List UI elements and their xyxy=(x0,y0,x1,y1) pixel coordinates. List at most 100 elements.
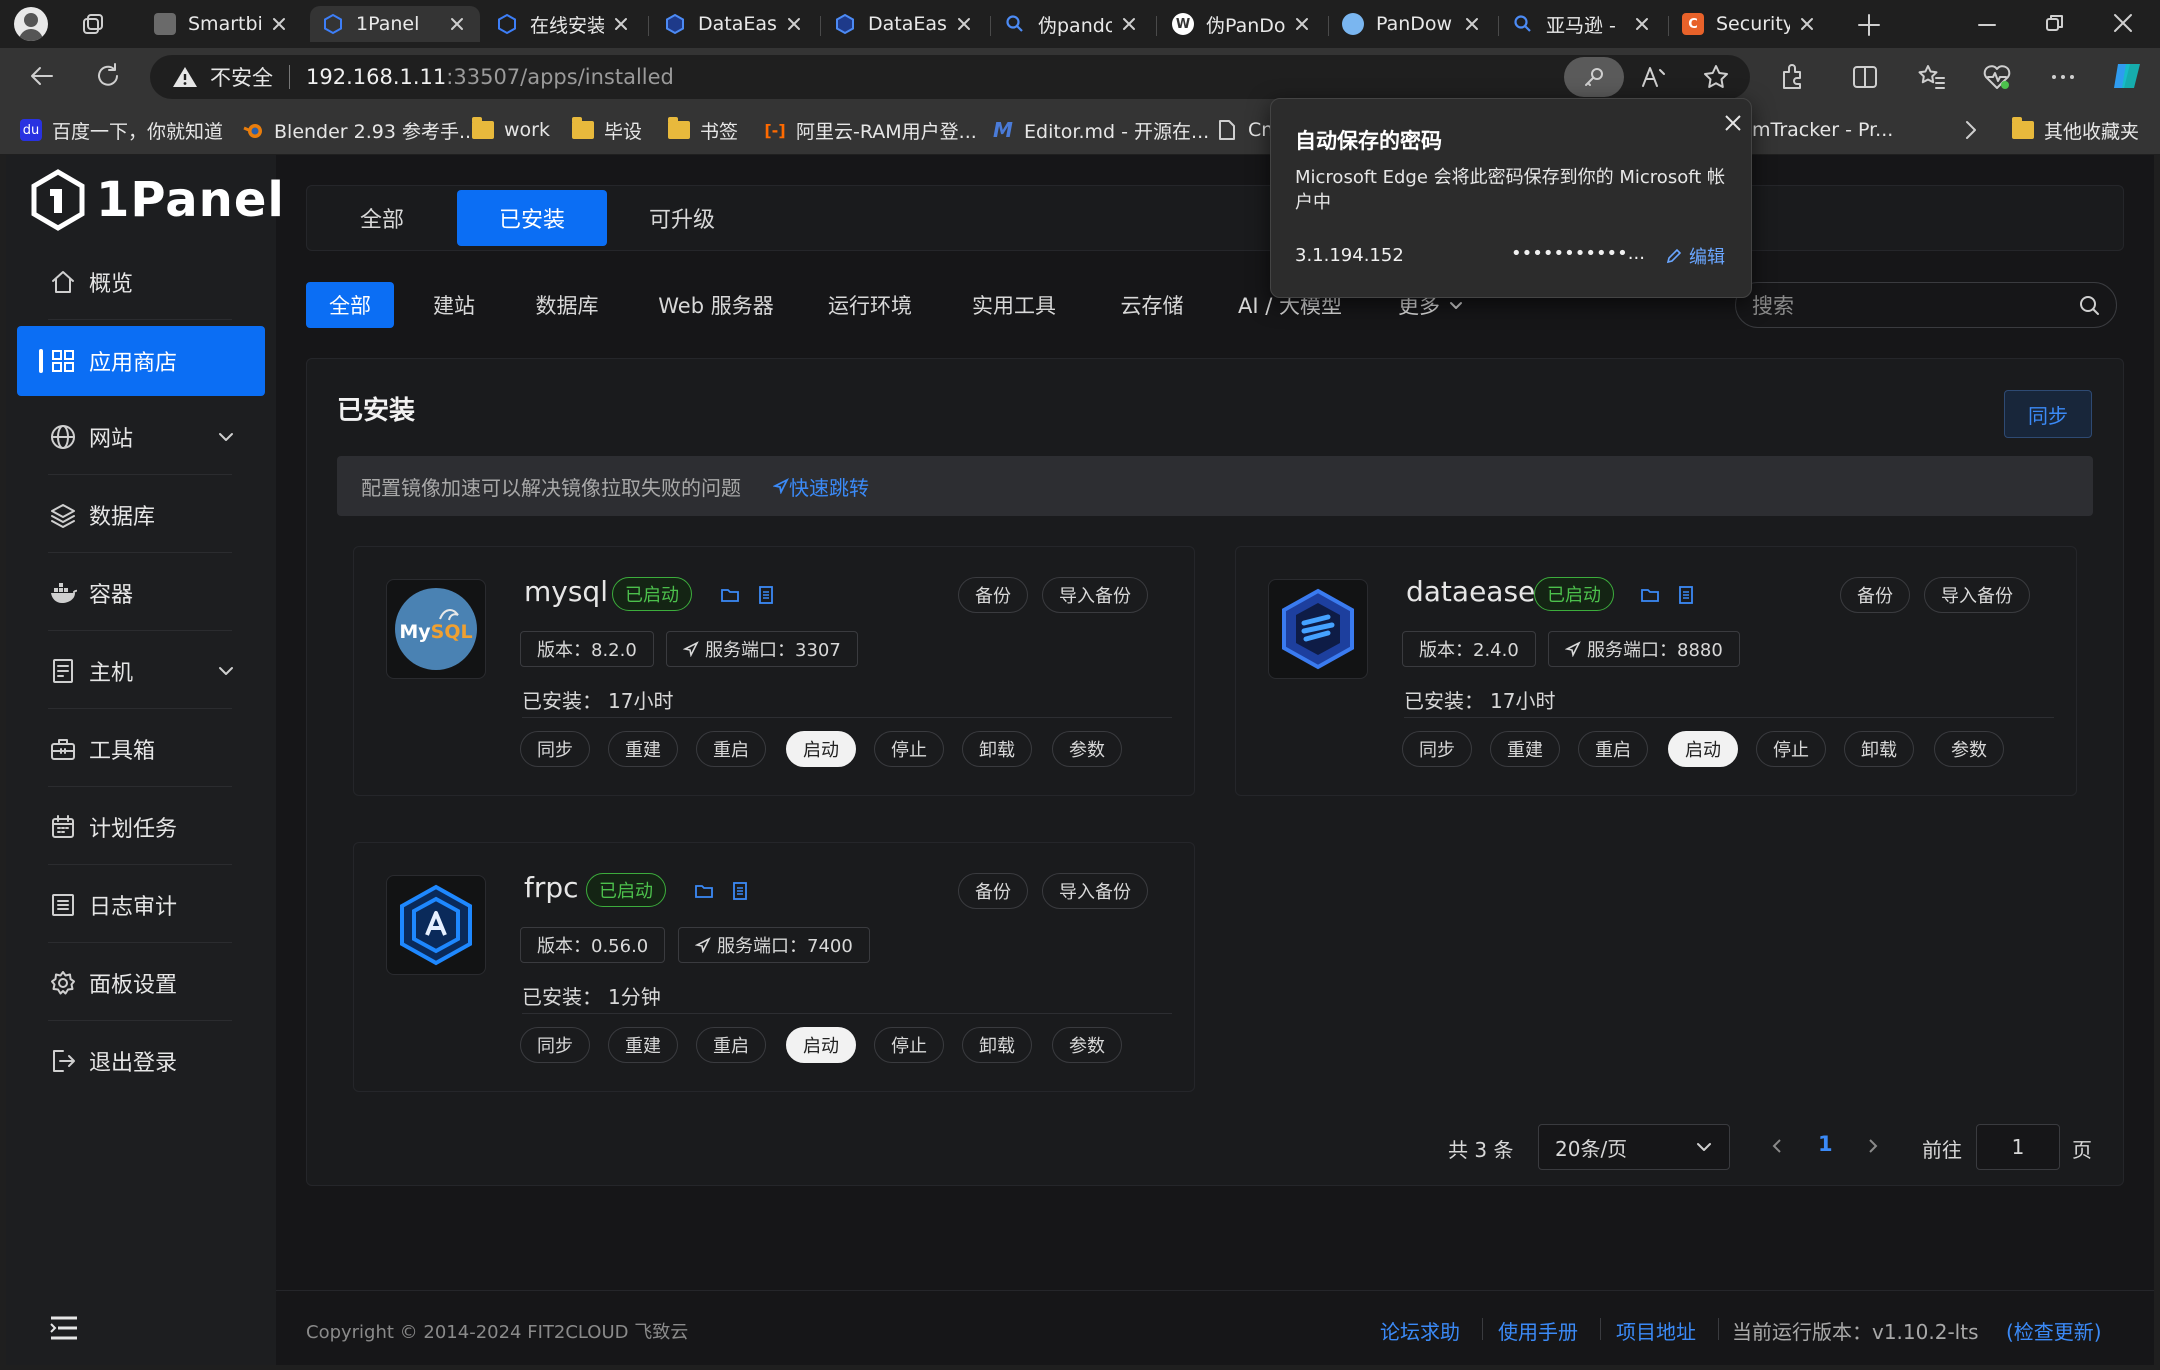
copilot-icon[interactable] xyxy=(2110,58,2146,94)
browser-essentials-icon[interactable] xyxy=(1982,62,2012,92)
close-tab-icon[interactable] xyxy=(610,13,632,35)
chevron-right-icon[interactable] xyxy=(1960,118,1982,142)
category-tools[interactable]: 实用工具 xyxy=(962,282,1066,328)
browser-tab-active[interactable]: 1Panel xyxy=(310,6,480,42)
stop-button[interactable]: 停止 xyxy=(1756,731,1826,767)
new-tab-button[interactable] xyxy=(1856,12,1882,38)
port-tag[interactable]: 服务端口：8880 xyxy=(1548,631,1740,667)
start-button[interactable]: 启动 xyxy=(786,1027,856,1063)
warning-icon[interactable] xyxy=(172,64,198,90)
browser-tab[interactable]: DataEase xyxy=(652,6,817,42)
start-button[interactable]: 启动 xyxy=(786,731,856,767)
category-runtime[interactable]: 运行环境 xyxy=(818,282,922,328)
import-backup-button[interactable]: 导入备份 xyxy=(1042,873,1148,909)
password-key-icon[interactable] xyxy=(1564,57,1624,97)
prev-page-icon[interactable] xyxy=(1768,1136,1786,1156)
close-tab-icon[interactable] xyxy=(1796,13,1818,35)
uninstall-button[interactable]: 卸载 xyxy=(1844,731,1914,767)
sidebar-item-website[interactable]: 网站 xyxy=(17,402,265,472)
browser-tab[interactable]: 在线安装 xyxy=(484,6,644,42)
rebuild-button[interactable]: 重建 xyxy=(608,1027,678,1063)
more-menu-icon[interactable] xyxy=(2048,62,2078,92)
close-tab-icon[interactable] xyxy=(1461,13,1483,35)
sidebar-item-app-store[interactable]: 应用商店 xyxy=(17,326,265,396)
next-page-icon[interactable] xyxy=(1864,1136,1882,1156)
category-all[interactable]: 全部 xyxy=(306,282,394,328)
sidebar-item-overview[interactable]: 概览 xyxy=(17,247,265,317)
back-icon[interactable] xyxy=(28,62,56,90)
browser-tab[interactable]: DataEase xyxy=(822,6,987,42)
browser-tab[interactable]: C Security xyxy=(1670,6,1830,42)
folder-icon[interactable] xyxy=(694,881,714,901)
rebuild-button[interactable]: 重建 xyxy=(1490,731,1560,767)
close-tab-icon[interactable] xyxy=(783,13,805,35)
close-tab-icon[interactable] xyxy=(268,13,290,35)
category-website[interactable]: 建站 xyxy=(418,282,490,328)
close-tab-icon[interactable] xyxy=(953,13,975,35)
workspaces-icon[interactable] xyxy=(80,12,106,38)
favorites-icon[interactable] xyxy=(1916,62,1946,92)
bookmark-item[interactable]: mTracker - Pr... xyxy=(1752,114,1893,146)
sync-action-button[interactable]: 同步 xyxy=(520,1027,590,1063)
forum-link[interactable]: 论坛求助 xyxy=(1380,1316,1460,1345)
bookmark-item[interactable]: Cn xyxy=(1216,114,1273,146)
bookmark-folder[interactable]: work xyxy=(472,114,550,146)
bookmark-folder[interactable]: 书签 xyxy=(668,114,738,146)
search-icon[interactable] xyxy=(2078,294,2100,316)
extensions-icon[interactable] xyxy=(1778,62,1808,92)
split-screen-icon[interactable] xyxy=(1850,62,1880,92)
sidebar-item-cron[interactable]: 计划任务 xyxy=(17,792,265,862)
stop-button[interactable]: 停止 xyxy=(874,1027,944,1063)
read-aloud-icon[interactable] xyxy=(1640,64,1668,90)
bookmark-folder[interactable]: 毕设 xyxy=(572,114,642,146)
restore-icon[interactable] xyxy=(2044,12,2066,34)
restart-button[interactable]: 重启 xyxy=(696,1027,766,1063)
address-bar[interactable]: 不安全 192.168.1.11 :33507/apps/installed xyxy=(150,55,1750,99)
tab-installed[interactable]: 已安装 xyxy=(457,190,607,246)
close-window-icon[interactable] xyxy=(2112,12,2134,34)
sync-button[interactable]: 同步 xyxy=(2004,390,2092,438)
sync-action-button[interactable]: 同步 xyxy=(520,731,590,767)
current-page[interactable]: 1 xyxy=(1818,1132,1833,1156)
folder-icon[interactable] xyxy=(720,585,740,605)
backup-button[interactable]: 备份 xyxy=(958,873,1028,909)
sidebar-item-log-audit[interactable]: 日志审计 xyxy=(17,870,265,940)
close-tab-icon[interactable] xyxy=(1118,13,1140,35)
stop-button[interactable]: 停止 xyxy=(874,731,944,767)
import-backup-button[interactable]: 导入备份 xyxy=(1042,577,1148,613)
browser-tab[interactable]: 亚马逊 - xyxy=(1500,6,1665,42)
refresh-icon[interactable] xyxy=(94,62,122,90)
backup-button[interactable]: 备份 xyxy=(958,577,1028,613)
close-tab-icon[interactable] xyxy=(1291,13,1313,35)
browser-tab[interactable]: Smartbi xyxy=(142,6,302,42)
sidebar-item-settings[interactable]: 面板设置 xyxy=(17,948,265,1018)
page-size-select[interactable]: 20条/页 xyxy=(1538,1124,1730,1170)
sidebar-item-database[interactable]: 数据库 xyxy=(17,480,265,550)
uninstall-button[interactable]: 卸载 xyxy=(962,731,1032,767)
bookmark-item[interactable]: [-] 阿里云-RAM用户登... xyxy=(764,114,976,146)
check-update-link[interactable]: (检查更新) xyxy=(2006,1316,2102,1345)
tab-upgradable[interactable]: 可升级 xyxy=(630,190,734,246)
backup-button[interactable]: 备份 xyxy=(1840,577,1910,613)
security-label[interactable]: 不安全 xyxy=(210,62,273,92)
goto-page-input[interactable]: 1 xyxy=(1976,1124,2060,1170)
restart-button[interactable]: 重启 xyxy=(696,731,766,767)
favorite-star-icon[interactable] xyxy=(1702,63,1730,91)
sidebar-item-host[interactable]: 主机 xyxy=(17,636,265,706)
manual-link[interactable]: 使用手册 xyxy=(1498,1316,1578,1345)
project-link[interactable]: 项目地址 xyxy=(1616,1316,1696,1345)
browser-tab[interactable]: PanDow xyxy=(1330,6,1495,42)
sidebar-item-logout[interactable]: 退出登录 xyxy=(17,1026,265,1096)
log-icon[interactable] xyxy=(1676,585,1696,605)
sidebar-item-toolbox[interactable]: 工具箱 xyxy=(17,714,265,784)
search-input[interactable]: 搜索 xyxy=(1735,282,2117,328)
browser-tab[interactable]: 伪pando xyxy=(992,6,1152,42)
close-tab-icon[interactable] xyxy=(1631,13,1653,35)
quick-jump-link[interactable]: 快速跳转 xyxy=(789,472,869,501)
close-tab-icon[interactable] xyxy=(446,13,468,35)
minimize-icon[interactable] xyxy=(1976,14,1998,36)
params-button[interactable]: 参数 xyxy=(1052,731,1122,767)
import-backup-button[interactable]: 导入备份 xyxy=(1924,577,2030,613)
folder-icon[interactable] xyxy=(1640,585,1660,605)
sync-action-button[interactable]: 同步 xyxy=(1402,731,1472,767)
